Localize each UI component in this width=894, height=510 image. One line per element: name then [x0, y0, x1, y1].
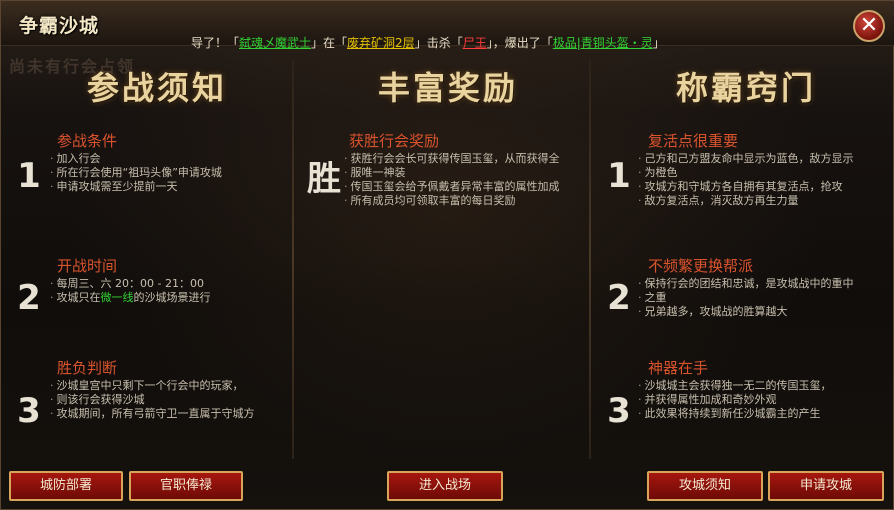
- section-bullets: 保持行会的团结和忠诚，是攻城战中的重中 之重 兄弟越多，攻城战的胜算越大: [638, 277, 854, 319]
- window-title: 争霸沙城: [19, 15, 100, 37]
- column-title-tips: 称霸窍门: [675, 69, 816, 107]
- enter-battlefield-button[interactable]: 进入战场: [387, 471, 503, 501]
- ticker-item-link[interactable]: 极品|青铜头盔・灵: [553, 36, 653, 50]
- section-bullets: 每周三、六 20：00 - 21：00 攻城只在微一线的沙城场景进行: [50, 277, 211, 305]
- section-number: 2: [17, 278, 41, 318]
- ticker-monster-link[interactable]: 尸王: [463, 36, 487, 50]
- section-bullets: 获胜行会会长可获得传国玉玺，从而获得全 服唯一神装 传国玉玺会给予佩戴者异常丰富…: [344, 152, 560, 208]
- ticker-map-link[interactable]: 废弃矿洞2层: [347, 36, 415, 50]
- section-number: 3: [17, 391, 41, 431]
- siege-notice-button[interactable]: 攻城须知: [647, 471, 763, 501]
- section-bullets: 己方和己方盟友命中显示为蓝色，敌方显示 为橙色 攻城方和守城方各自拥有其复活点，…: [638, 152, 854, 208]
- section-heading: 获胜行会奖励: [349, 132, 440, 150]
- section-bullets: 沙城皇宫中只剩下一个行会中的玩家， 则该行会获得沙城 攻城期间，所有弓箭守卫一直…: [50, 379, 255, 421]
- section-number: 1: [17, 156, 41, 196]
- apply-siege-button[interactable]: 申请攻城: [768, 471, 884, 501]
- section-number: 1: [607, 156, 631, 196]
- section-number: 3: [607, 391, 631, 431]
- column-title-rewards: 丰富奖励: [377, 69, 518, 107]
- column-title-rules: 参战须知: [86, 69, 227, 107]
- section-heading: 胜负判断: [57, 359, 118, 377]
- section-heading: 参战条件: [57, 132, 118, 150]
- victory-badge: 胜: [307, 159, 341, 199]
- close-icon: ✕: [859, 13, 879, 38]
- section-number: 2: [607, 278, 631, 318]
- broadcast-ticker: 导了！「弑魂乄魔武士」在「废弃矿洞2层」击杀「尸王」，爆出了「极品|青铜头盔・灵…: [191, 36, 665, 50]
- column-divider: [589, 59, 591, 459]
- close-button[interactable]: ✕: [853, 10, 885, 42]
- ticker-player-link[interactable]: 弑魂乄魔武士: [239, 36, 311, 50]
- official-salary-button[interactable]: 官职俸禄: [129, 471, 243, 501]
- defense-deploy-button[interactable]: 城防部署: [9, 471, 123, 501]
- section-bullets: 沙城城主会获得独一无二的传国玉玺， 并获得属性加成和奇妙外观 此效果将持续到新任…: [638, 379, 832, 421]
- column-divider: [292, 59, 294, 459]
- siege-window: 争霸沙城 尚未有行会占领 导了！「弑魂乄魔武士」在「废弃矿洞2层」击杀「尸王」，…: [0, 0, 894, 510]
- section-heading: 复活点很重要: [648, 132, 739, 150]
- section-heading: 神器在手: [648, 359, 709, 377]
- section-heading: 不频繁更换帮派: [648, 257, 754, 275]
- section-bullets: 加入行会 所在行会使用“祖玛头像”申请攻城 申请攻城需至少提前一天: [50, 152, 222, 194]
- section-heading: 开战时间: [57, 257, 118, 275]
